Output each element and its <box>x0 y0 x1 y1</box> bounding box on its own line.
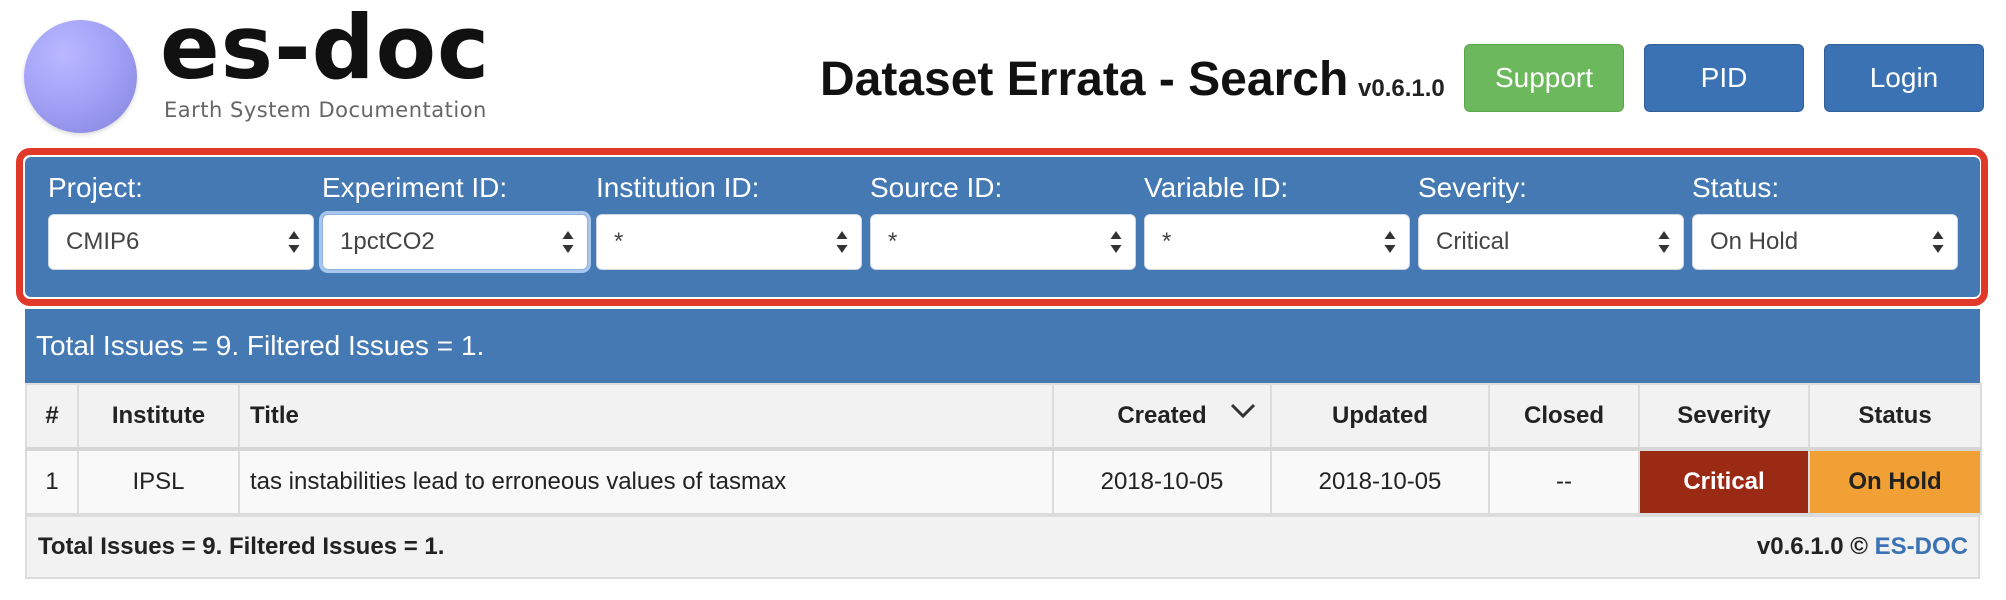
results-summary: Total Issues = 9. Filtered Issues = 1. <box>25 309 1980 383</box>
institution-id-select[interactable]: * <box>596 214 862 270</box>
variable-id-select[interactable]: * <box>1144 214 1410 270</box>
select-arrows-icon <box>561 229 575 255</box>
logo-wordmark: es-doc <box>160 0 491 99</box>
filter-source-id: Source ID: * <box>870 172 1136 270</box>
project-select[interactable]: CMIP6 <box>48 214 314 270</box>
filter-label-status: Status: <box>1692 172 1780 203</box>
column-header-created[interactable]: Created <box>1052 383 1272 451</box>
filter-label-source-id: Source ID: <box>870 172 1003 203</box>
column-header-created-label: Created <box>1117 402 1207 429</box>
severity-select-value: Critical <box>1436 228 1510 255</box>
table-header-row: # Institute Title Created Updated Closed… <box>25 383 1982 451</box>
status-select[interactable]: On Hold <box>1692 214 1958 270</box>
cell-created: 2018-10-05 <box>1052 448 1272 515</box>
column-header-updated[interactable]: Updated <box>1270 383 1490 451</box>
select-arrows-icon <box>835 229 849 255</box>
filter-label-variable-id: Variable ID: <box>1144 172 1289 203</box>
filter-label-experiment-id: Experiment ID: <box>322 172 508 203</box>
pid-button[interactable]: PID <box>1644 44 1804 112</box>
app-version: v0.6.1.0 <box>1358 75 1445 102</box>
errata-table: # Institute Title Created Updated Closed… <box>25 383 1982 515</box>
select-arrows-icon <box>1383 229 1397 255</box>
select-arrows-icon <box>1657 229 1671 255</box>
severity-badge: Critical <box>1638 448 1810 515</box>
experiment-id-select[interactable]: 1pctCO2 <box>322 214 588 270</box>
experiment-id-select-value: 1pctCO2 <box>340 228 435 255</box>
logo-subtitle: Earth System Documentation <box>164 98 487 122</box>
filter-variable-id: Variable ID: * <box>1144 172 1410 270</box>
source-id-select[interactable]: * <box>870 214 1136 270</box>
institution-id-select-value: * <box>614 228 624 255</box>
footer-summary: Total Issues = 9. Filtered Issues = 1. <box>38 533 445 560</box>
page-title: Dataset Errata - Search <box>820 53 1349 106</box>
status-badge: On Hold <box>1808 448 1982 515</box>
column-header-title[interactable]: Title <box>238 383 1054 451</box>
status-select-value: On Hold <box>1710 228 1799 255</box>
column-header-severity[interactable]: Severity <box>1638 383 1810 451</box>
filter-severity: Severity: Critical <box>1418 172 1684 270</box>
es-doc-link[interactable]: ES-DOC <box>1875 533 1968 560</box>
sort-descending-icon <box>1230 403 1256 419</box>
footer-version: v0.6.1.0 © <box>1756 533 1868 560</box>
project-select-value: CMIP6 <box>66 228 140 255</box>
table-footer: Total Issues = 9. Filtered Issues = 1. v… <box>25 515 1980 579</box>
filter-experiment-id: Experiment ID: 1pctCO2 <box>322 172 588 270</box>
column-header-status[interactable]: Status <box>1808 383 1982 451</box>
variable-id-select-value: * <box>1162 228 1172 255</box>
source-id-select-value: * <box>888 228 898 255</box>
select-arrows-icon <box>1931 229 1945 255</box>
table-row[interactable]: 1 IPSL tas instabilities lead to erroneo… <box>25 448 1982 515</box>
cell-title[interactable]: tas instabilities lead to erroneous valu… <box>238 448 1054 515</box>
filter-label-institution-id: Institution ID: <box>596 172 760 203</box>
cell-closed: -- <box>1488 448 1640 515</box>
es-doc-logo-icon <box>24 20 137 133</box>
filter-project: Project: CMIP6 <box>48 172 314 270</box>
filter-status: Status: On Hold <box>1692 172 1958 270</box>
cell-updated: 2018-10-05 <box>1270 448 1490 515</box>
support-button[interactable]: Support <box>1464 44 1624 112</box>
column-header-number[interactable]: # <box>25 383 79 451</box>
column-header-institute[interactable]: Institute <box>77 383 240 451</box>
column-header-closed[interactable]: Closed <box>1488 383 1640 451</box>
login-button[interactable]: Login <box>1824 44 1984 112</box>
footer-credits: v0.6.1.0 © ES-DOC <box>1757 533 1968 561</box>
filter-institution-id: Institution ID: * <box>596 172 862 270</box>
select-arrows-icon <box>287 229 301 255</box>
filter-label-project: Project: <box>48 172 143 203</box>
cell-institute: IPSL <box>77 448 240 515</box>
select-arrows-icon <box>1109 229 1123 255</box>
filter-label-severity: Severity: <box>1418 172 1527 203</box>
severity-select[interactable]: Critical <box>1418 214 1684 270</box>
cell-number: 1 <box>25 448 79 515</box>
